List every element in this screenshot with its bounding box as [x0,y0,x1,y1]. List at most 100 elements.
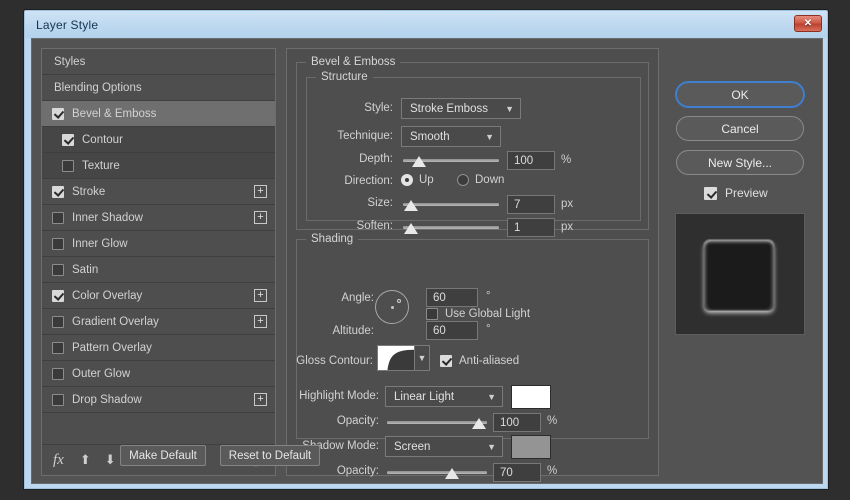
checkbox-icon[interactable] [62,133,74,146]
shadow-opacity-slider[interactable] [387,467,487,479]
shading-group-title: Shading [306,233,359,245]
slider-thumb[interactable] [445,468,459,479]
highlight-opacity-unit: % [547,415,558,427]
styles-list-item-styles[interactable]: Styles [42,49,275,75]
styles-list-item-inner-shadow[interactable]: Inner Shadow + [42,205,275,231]
slider-thumb[interactable] [412,156,427,167]
checkbox-icon[interactable] [52,211,64,224]
styles-list-item-pattern-overlay[interactable]: Pattern Overlay [42,335,275,361]
styles-list-item-blending-options[interactable]: Blending Options [42,75,275,101]
soften-input[interactable]: 1 [507,218,555,237]
altitude-unit: ° [486,323,491,335]
layer-style-dialog: Layer Style ✕ Styles Blending Options Beve… [24,10,828,489]
style-select[interactable]: Stroke Emboss ▼ [401,98,521,119]
direction-down-radio[interactable]: Down [457,174,504,186]
styles-list-item-label: Inner Shadow [72,211,143,224]
styles-list-item-label: Stroke [72,185,106,198]
styles-list[interactable]: Styles Blending Options Bevel & Emboss Cont… [42,49,275,444]
soften-label: Soften: [356,220,393,232]
depth-slider[interactable] [403,155,499,167]
make-default-button[interactable]: Make Default [120,445,206,466]
add-effect-icon[interactable]: + [254,211,267,224]
add-effect-icon[interactable]: + [254,185,267,198]
checkbox-icon[interactable] [52,263,64,276]
add-effect-icon[interactable]: + [254,289,267,302]
slider-thumb[interactable] [403,200,418,211]
preview-checkbox[interactable]: Preview [704,186,768,200]
gloss-contour-dropdown[interactable]: ▼ [415,345,430,371]
checkbox-icon[interactable] [52,185,64,198]
chevron-down-icon: ▼ [487,391,496,402]
checkbox-icon[interactable] [52,367,64,380]
styles-list-item-inner-glow[interactable]: Inner Glow [42,231,275,257]
styles-list-item-satin[interactable]: Satin [42,257,275,283]
shadow-mode-select[interactable]: Screen ▼ [385,436,503,457]
angle-dial[interactable] [375,290,409,324]
checkbox-icon[interactable] [52,315,64,328]
direction-label: Direction: [344,175,393,187]
angle-input[interactable]: 60 [426,288,478,307]
size-slider[interactable] [403,199,499,211]
chevron-down-icon: ▼ [485,131,494,142]
highlight-color-swatch[interactable] [511,385,551,409]
checkbox-icon[interactable] [52,289,64,302]
checkbox-icon[interactable] [52,341,64,354]
slider-thumb[interactable] [403,223,418,234]
new-style-button[interactable]: New Style... [676,150,804,175]
fx-icon[interactable]: fx [53,452,64,469]
styles-list-item-color-overlay[interactable]: Color Overlay + [42,283,275,309]
soften-unit: px [561,221,574,233]
highlight-opacity-slider[interactable] [387,417,487,429]
arrow-down-icon[interactable]: ⬇ [105,452,116,468]
technique-label: Technique: [337,130,393,142]
add-effect-icon[interactable]: + [254,393,267,406]
styles-list-item-stroke[interactable]: Stroke + [42,179,275,205]
shadow-opacity-unit: % [547,465,558,477]
close-icon[interactable]: ✕ [794,15,822,32]
checkbox-icon[interactable] [52,237,64,250]
checkbox-icon[interactable] [52,107,64,120]
highlight-opacity-input[interactable]: 100 [493,413,541,432]
reset-to-default-button[interactable]: Reset to Default [220,445,320,466]
arrow-up-icon[interactable]: ⬆ [80,452,91,468]
gloss-contour-label: Gloss Contour: [296,355,373,367]
slider-thumb[interactable] [472,418,486,429]
soften-slider[interactable] [403,222,499,234]
checkbox-icon[interactable] [52,393,64,406]
styles-list-item-drop-shadow[interactable]: Drop Shadow + [42,387,275,413]
direction-up-label: Up [419,174,434,186]
technique-select[interactable]: Smooth ▼ [401,126,501,147]
styles-list-item-outer-glow[interactable]: Outer Glow [42,361,275,387]
preview-label: Preview [725,186,768,200]
direction-up-radio[interactable]: Up [401,174,434,186]
checkbox-icon[interactable] [62,159,74,172]
styles-list-item-label: Inner Glow [72,237,128,250]
use-global-light-checkbox[interactable]: Use Global Light [426,308,530,320]
altitude-input[interactable]: 60 [426,321,478,340]
styles-list-item-label: Satin [72,263,99,276]
styles-list-item-bevel-emboss[interactable]: Bevel & Emboss [42,101,275,127]
structure-group-title: Structure [316,71,373,83]
styles-list-item-contour[interactable]: Contour [42,127,275,153]
styles-list-item-texture[interactable]: Texture [42,153,275,179]
depth-input[interactable]: 100 [507,151,555,170]
structure-group: Structure Style: Stroke Emboss ▼ Techniq… [306,71,641,237]
preview-shape [703,239,775,311]
cancel-button[interactable]: Cancel [676,116,804,141]
highlight-mode-select[interactable]: Linear Light ▼ [385,386,503,407]
ok-button[interactable]: OK [676,82,804,107]
anti-aliased-label: Anti-aliased [459,355,520,367]
size-input[interactable]: 7 [507,195,555,214]
shadow-color-swatch[interactable] [511,435,551,459]
add-effect-icon[interactable]: + [254,315,267,328]
gloss-contour-swatch[interactable] [377,345,415,371]
styles-list-item-gradient-overlay[interactable]: Gradient Overlay + [42,309,275,335]
shadow-opacity-label: Opacity: [336,465,379,477]
radio-dot-icon [401,174,413,186]
direction-down-label: Down [475,174,505,186]
window-titlebar[interactable]: Layer Style ✕ [25,11,827,38]
styles-list-item-label: Pattern Overlay [72,341,152,354]
shadow-opacity-input[interactable]: 70 [493,463,541,482]
anti-aliased-checkbox[interactable]: Anti-aliased [440,355,519,367]
styles-list-item-label: Gradient Overlay [72,315,159,328]
